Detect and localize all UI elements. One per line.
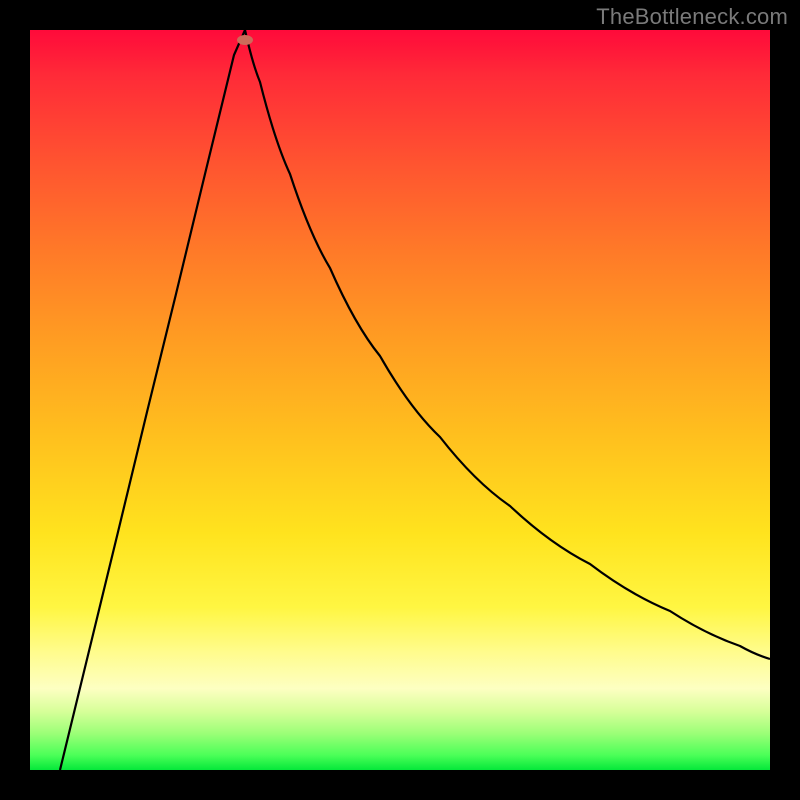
chart-frame: TheBottleneck.com [0,0,800,800]
plot-area [30,30,770,770]
bottleneck-curve [30,30,770,770]
watermark-text: TheBottleneck.com [596,4,788,30]
optimum-marker [237,35,253,45]
curve-path [60,30,770,770]
